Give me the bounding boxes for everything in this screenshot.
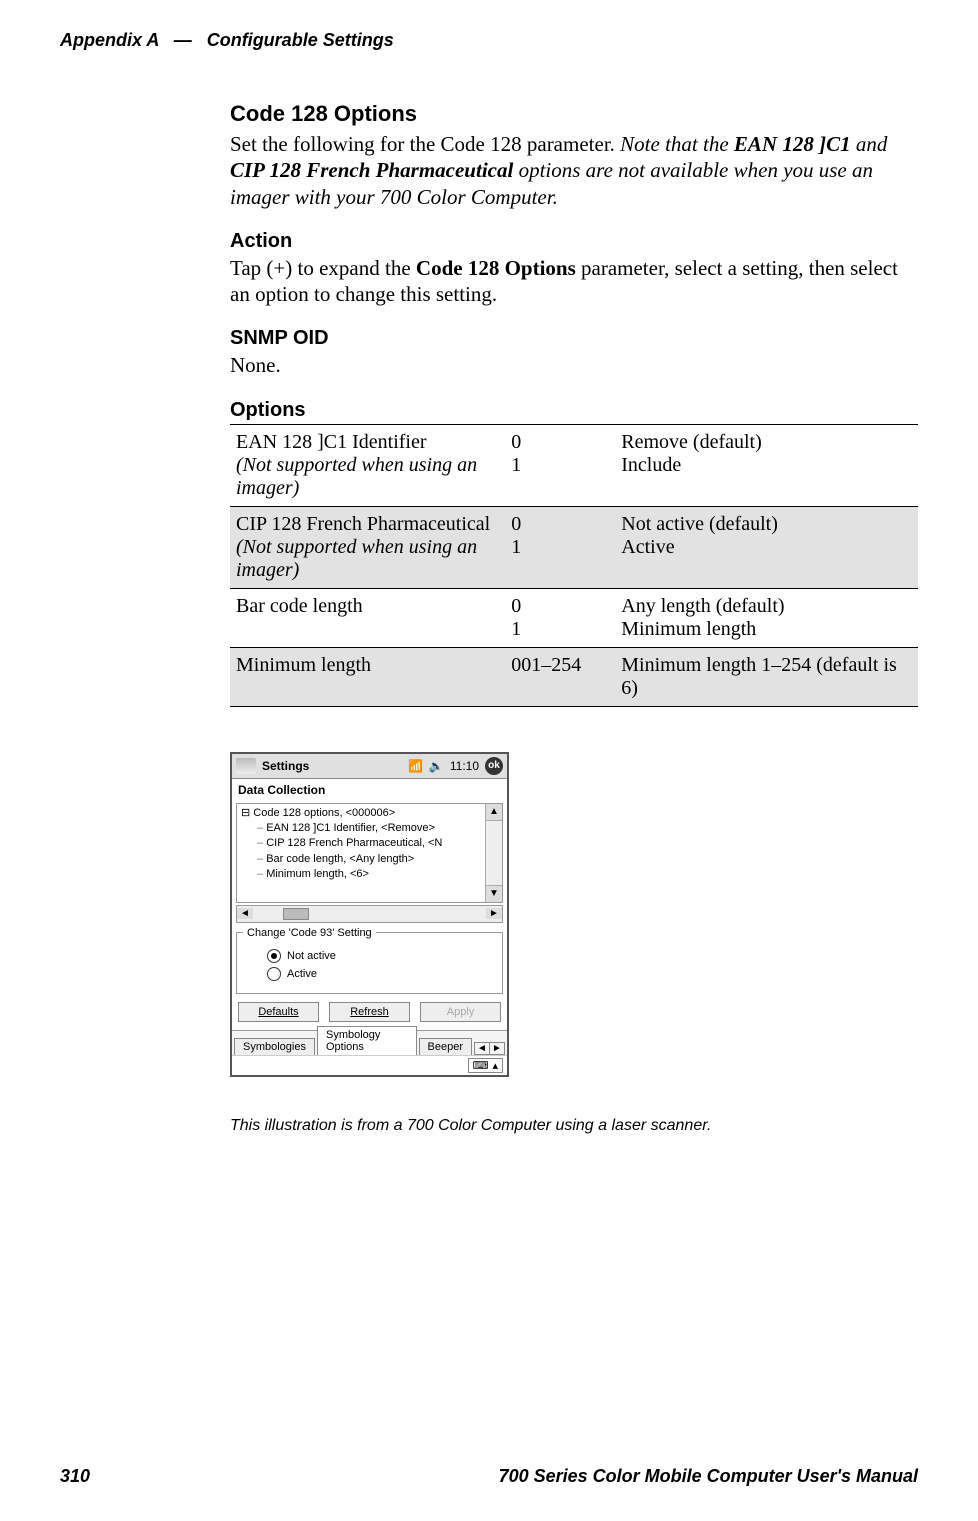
option-values-cell: Any length (default) Minimum length xyxy=(615,588,918,647)
page-footer: 310 700 Series Color Mobile Computer Use… xyxy=(60,1466,918,1487)
manual-title: 700 Series Color Mobile Computer User's … xyxy=(499,1466,918,1487)
option-name-cell: EAN 128 ]C1 Identifier(Not supported whe… xyxy=(230,424,505,506)
tree-item-min-length[interactable]: Minimum length, <6> xyxy=(241,867,498,882)
radio-dot-empty-icon[interactable] xyxy=(267,967,281,981)
option-name-cell: CIP 128 French Pharmaceutical(Not suppor… xyxy=(230,506,505,588)
option-codes-cell: 0 1 xyxy=(505,424,615,506)
status-time: 11:10 xyxy=(450,759,479,773)
running-header: Appendix A — Configurable Settings xyxy=(60,30,918,51)
radio-active[interactable]: Active xyxy=(267,967,496,981)
chevron-up-icon: ▴ xyxy=(492,1059,498,1072)
defaults-button[interactable]: Defaults xyxy=(238,1002,319,1022)
signal-icon: 📶 xyxy=(408,759,423,773)
app-title: Data Collection xyxy=(232,779,507,801)
intro-bold-cip: CIP 128 French Pharmaceutical xyxy=(230,158,513,182)
tree-item-barcode-length[interactable]: Bar code length, <Any length> xyxy=(241,852,498,867)
keyboard-toggle[interactable]: ⌨▴ xyxy=(468,1058,503,1073)
action-bold: Code 128 Options xyxy=(416,256,576,280)
speaker-icon[interactable]: 🔈 xyxy=(429,759,444,773)
ok-button[interactable]: ok xyxy=(485,757,503,775)
apply-button: Apply xyxy=(420,1002,501,1022)
keyboard-icon: ⌨ xyxy=(473,1059,489,1072)
radio-active-label: Active xyxy=(287,968,317,980)
tab-bar: Symbologies Symbology Options Beeper ◄ ► xyxy=(232,1030,507,1055)
sip-bar: ⌨▴ xyxy=(232,1055,507,1075)
tab-beeper[interactable]: Beeper xyxy=(419,1038,472,1055)
radio-dot-filled-icon[interactable] xyxy=(267,949,281,963)
heading-snmp-oid: SNMP OID xyxy=(230,327,918,350)
device-screenshot: Settings 📶 🔈 11:10 ok Data Collection Co… xyxy=(230,752,509,1077)
intro-paragraph: Set the following for the Code 128 param… xyxy=(230,131,918,210)
vertical-scrollbar[interactable]: ▲ ▼ xyxy=(485,804,502,902)
tab-left-icon[interactable]: ◄ xyxy=(475,1043,489,1054)
intro-plain: Set the following for the Code 128 param… xyxy=(230,132,620,156)
group-legend: Change 'Code 93' Setting xyxy=(243,927,376,939)
start-flag-icon[interactable] xyxy=(236,758,256,774)
option-values-cell: Not active (default) Active xyxy=(615,506,918,588)
options-table: EAN 128 ]C1 Identifier(Not supported whe… xyxy=(230,424,918,707)
header-appendix: Appendix A xyxy=(60,30,159,50)
radio-not-active-label: Not active xyxy=(287,950,336,962)
intro-mid: and xyxy=(851,132,888,156)
option-codes-cell: 0 1 xyxy=(505,506,615,588)
intro-bold-ean: EAN 128 ]C1 xyxy=(734,132,851,156)
radio-not-active[interactable]: Not active xyxy=(267,949,496,963)
section-title-code128: Code 128 Options xyxy=(230,101,918,127)
snmp-body: None. xyxy=(230,352,918,378)
action-pre: Tap (+) to expand the xyxy=(230,256,416,280)
scroll-up-icon[interactable]: ▲ xyxy=(486,804,502,821)
heading-options: Options xyxy=(230,399,918,422)
scroll-left-icon[interactable]: ◄ xyxy=(237,908,253,919)
option-values-cell: Minimum length 1–254 (default is 6) xyxy=(615,647,918,706)
option-codes-cell: 0 1 xyxy=(505,588,615,647)
refresh-button[interactable]: Refresh xyxy=(329,1002,410,1022)
figure-caption: This illustration is from a 700 Color Co… xyxy=(230,1117,918,1135)
intro-note-prefix: Note that the xyxy=(620,132,734,156)
option-name-cell: Bar code length xyxy=(230,588,505,647)
status-bar: Settings 📶 🔈 11:10 ok xyxy=(232,754,507,779)
tab-symbology-options[interactable]: Symbology Options xyxy=(317,1026,417,1055)
table-row: CIP 128 French Pharmaceutical(Not suppor… xyxy=(230,506,918,588)
option-codes-cell: 001–254 xyxy=(505,647,615,706)
horizontal-scrollbar[interactable]: ◄ ► xyxy=(236,905,503,923)
table-row: EAN 128 ]C1 Identifier(Not supported whe… xyxy=(230,424,918,506)
action-paragraph: Tap (+) to expand the Code 128 Options p… xyxy=(230,255,918,308)
tree-item-ean128[interactable]: EAN 128 ]C1 Identifier, <Remove> xyxy=(241,821,498,836)
option-name-cell: Minimum length xyxy=(230,647,505,706)
header-sep: — xyxy=(174,30,192,50)
status-title: Settings xyxy=(262,759,309,773)
tab-symbologies[interactable]: Symbologies xyxy=(234,1038,315,1055)
scroll-right-icon[interactable]: ► xyxy=(486,908,502,919)
header-section: Configurable Settings xyxy=(207,30,394,50)
table-row: Minimum length001–254Minimum length 1–25… xyxy=(230,647,918,706)
scroll-thumb[interactable] xyxy=(283,908,309,920)
heading-action: Action xyxy=(230,230,918,253)
scroll-down-icon[interactable]: ▼ xyxy=(486,885,502,902)
tree-item-parent[interactable]: Code 128 options, <000006> xyxy=(241,806,498,821)
tree-item-cip128[interactable]: CIP 128 French Pharmaceutical, <N xyxy=(241,836,498,851)
page-number: 310 xyxy=(60,1466,90,1487)
table-row: Bar code length0 1Any length (default) M… xyxy=(230,588,918,647)
change-setting-group: Change 'Code 93' Setting Not active Acti… xyxy=(236,927,503,994)
tab-right-icon[interactable]: ► xyxy=(489,1043,504,1054)
option-values-cell: Remove (default) Include xyxy=(615,424,918,506)
tree-view[interactable]: Code 128 options, <000006> EAN 128 ]C1 I… xyxy=(236,803,503,903)
tab-scroll-arrows[interactable]: ◄ ► xyxy=(474,1042,505,1055)
